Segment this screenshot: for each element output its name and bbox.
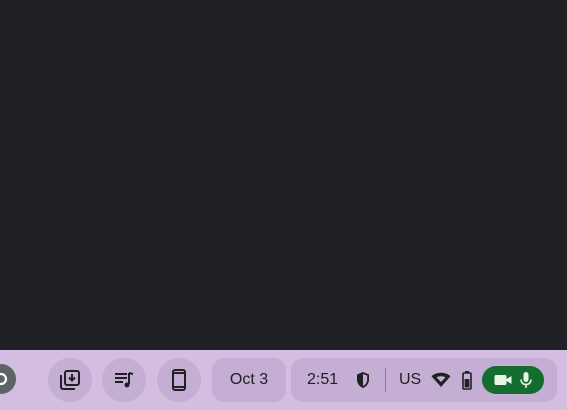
- microphone-icon: [520, 372, 532, 388]
- desktop-background: [0, 0, 567, 350]
- battery-icon: [462, 371, 472, 390]
- clock-time: 2:51: [307, 371, 339, 388]
- media-controls-icon: [115, 372, 134, 388]
- shelf: Oct 3 2:51 US: [0, 350, 567, 410]
- camera-icon: [494, 375, 512, 385]
- managed-shield-icon: [357, 372, 369, 388]
- camera-mic-in-use-indicator[interactable]: [482, 366, 544, 394]
- phone-hub-button[interactable]: [157, 358, 201, 402]
- ime-indicator[interactable]: US: [399, 371, 421, 389]
- date-label: Oct 3: [229, 371, 269, 388]
- date-tray-button[interactable]: Oct 3: [212, 358, 286, 402]
- wifi-icon: [431, 372, 451, 387]
- phone-hub-icon: [172, 369, 186, 391]
- status-divider: [385, 368, 386, 392]
- launcher-icon: [0, 372, 8, 386]
- holding-space-button[interactable]: [48, 358, 92, 402]
- holding-space-icon: [60, 370, 80, 390]
- launcher-button[interactable]: [0, 364, 16, 394]
- status-area[interactable]: 2:51 US: [291, 358, 557, 402]
- media-controls-button[interactable]: [102, 358, 146, 402]
